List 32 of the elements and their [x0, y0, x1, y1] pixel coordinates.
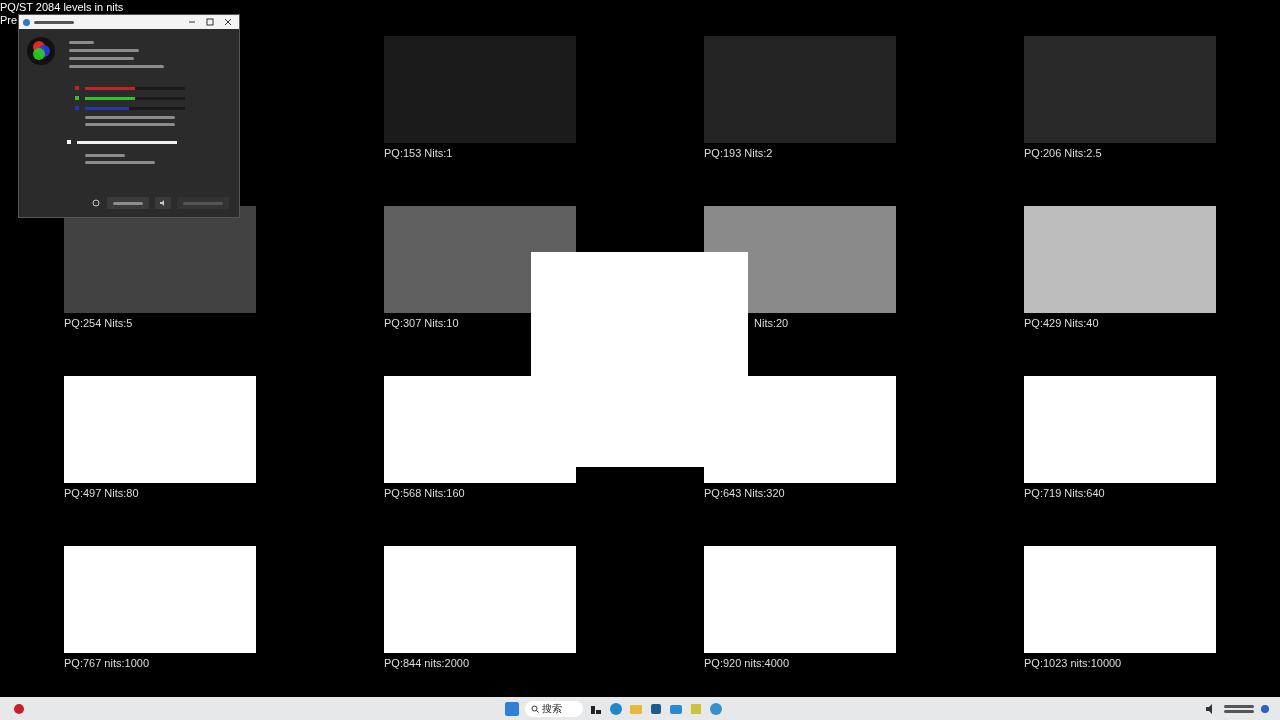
windows-start-icon[interactable] [505, 701, 519, 716]
patch-label: PQ:153 Nits:1 [384, 146, 453, 160]
patch-label: PQ:1023 nits:10000 [1024, 656, 1122, 670]
channel-slider[interactable] [85, 86, 185, 90]
patch-label: PQ:844 nits:2000 [384, 656, 469, 670]
patch-label: PQ:193 Nits:2 [704, 146, 773, 160]
weather-icon[interactable] [14, 703, 24, 714]
patch-label: PQ:643 Nits:320 [704, 486, 785, 500]
patch-label: PQ:719 Nits:640 [1024, 486, 1105, 500]
notification-icon[interactable] [1260, 703, 1270, 714]
patch-label: Nits:20 [753, 316, 789, 330]
illegible-title-drawing [34, 20, 74, 24]
page-subtitle: Pre [0, 14, 18, 27]
maximize-icon[interactable] [203, 17, 217, 27]
search-field[interactable]: 搜索 [525, 700, 583, 717]
patch-label: PQ:497 Nits:80 [64, 486, 139, 500]
patch-label: PQ:429 Nits:40 [1024, 316, 1099, 330]
patch-label: PQ:920 nits:4000 [704, 656, 789, 670]
illegible-clock-drawing [1224, 704, 1254, 713]
patch-label: PQ:254 Nits:5 [64, 316, 133, 330]
patch-label: PQ:767 nits:1000 [64, 656, 149, 670]
illegible-readout-drawing [85, 154, 155, 164]
patch-label: PQ:307 Nits:10 [384, 316, 459, 330]
channel-slider[interactable] [85, 96, 185, 100]
patch-label: PQ:206 Nits:2.5 [1024, 146, 1102, 160]
dialog-button[interactable] [107, 197, 149, 209]
patch-label: PQ:568 Nits:160 [384, 486, 465, 500]
speaker-icon[interactable] [155, 197, 171, 209]
rgb-circles-icon [27, 37, 55, 65]
page-title: PQ/ST 2084 levels in nits [0, 1, 124, 14]
channel-slider[interactable] [85, 106, 185, 110]
luminance-slider[interactable] [77, 140, 177, 144]
